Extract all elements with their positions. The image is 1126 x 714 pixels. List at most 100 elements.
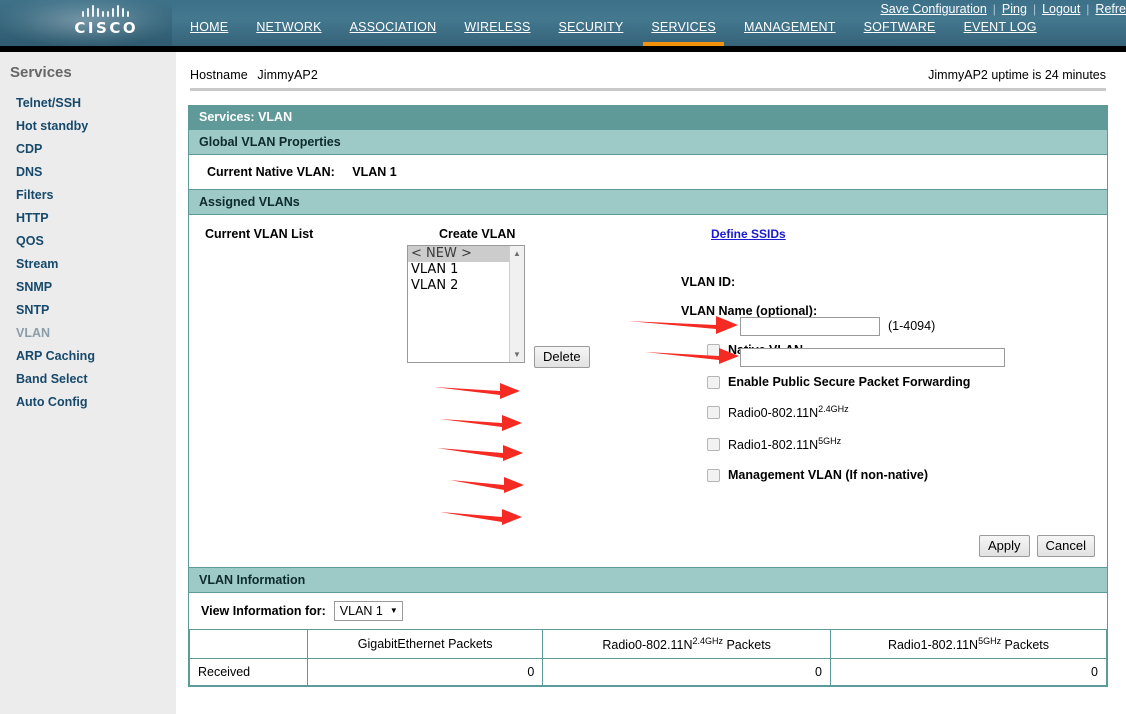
vlan-name-label: VLAN Name (optional): [681,304,818,318]
hostname-divider [190,88,1106,91]
sidebar-title: Services [10,64,72,81]
cisco-wordmark: CISCO [74,19,139,37]
nav-association[interactable]: ASSOCIATION [336,18,451,46]
list-item[interactable]: VLAN 2 [408,278,509,294]
link-separator: | [1032,2,1037,16]
vlan-list-items: < NEW > VLAN 1 VLAN 2 [408,246,509,362]
packet-statistics-table: GigabitEthernet Packets Radio0-802.11N2.… [189,628,1108,687]
col-header-radio0-base: Radio0-802.11N [602,638,693,653]
radio1-row: Radio1-802.11N5GHz [707,436,841,452]
apply-button[interactable]: Apply [979,535,1030,557]
sidebar-item-sntp[interactable]: SNTP [0,298,176,321]
radio0-label-base: Radio0-802.11N [728,406,819,421]
management-vlan-checkbox[interactable] [707,468,720,482]
sidebar-item-arp-caching[interactable]: ARP Caching [0,344,176,367]
received-radio0-value: 0 [542,658,831,687]
main-navigation: HOME NETWORK ASSOCIATION WIRELESS SECURI… [176,18,1051,46]
global-vlan-properties-header: Global VLAN Properties [189,129,1107,155]
vlan-id-hint: (1-4094) [888,319,936,333]
sidebar-item-dns[interactable]: DNS [0,160,176,183]
sidebar-item-stream[interactable]: Stream [0,252,176,275]
radio0-row: Radio0-802.11N2.4GHz [707,404,849,420]
nav-security[interactable]: SECURITY [545,18,638,46]
listbox-scrollbar[interactable]: ▲ ▼ [509,246,524,362]
sidebar-item-band-select[interactable]: Band Select [0,367,176,390]
radio0-label: Radio0-802.11N2.4GHz [728,404,849,420]
view-information-select[interactable]: VLAN 1 ▼ [333,601,403,621]
scroll-up-icon[interactable]: ▲ [510,246,524,261]
logout-link[interactable]: Logout [1042,2,1080,16]
col-header-radio1-tail: Packets [1001,638,1050,653]
top-header-bar: CISCO Save Configuration | Ping | Logout… [0,0,1126,46]
nav-home[interactable]: HOME [176,18,242,46]
col-header-radio1-base: Radio1-802.11N [887,638,979,653]
create-vlan-heading: Create VLAN [439,227,516,241]
radio0-label-sup: 2.4GHz [818,404,849,414]
refresh-link[interactable]: Refre [1095,2,1126,16]
assigned-vlans-header: Assigned VLANs [189,189,1107,215]
ping-link[interactable]: Ping [1002,2,1027,16]
col-header-radio1-sup: 5GHz [978,636,1002,646]
col-header-radio0-tail: Packets [722,638,771,653]
define-ssids-link-wrap: Define SSIDs [711,227,786,241]
pspf-checkbox[interactable] [707,375,720,389]
native-vlan-checkbox[interactable] [707,343,720,357]
sidebar-item-http[interactable]: HTTP [0,206,176,229]
sidebar-item-filters[interactable]: Filters [0,183,176,206]
chevron-down-icon: ▼ [389,606,398,615]
sidebar-item-telnet-ssh[interactable]: Telnet/SSH [0,91,176,114]
sidebar-item-hot-standby[interactable]: Hot standby [0,114,176,137]
current-native-vlan-label: Current Native VLAN: [207,165,335,179]
sidebar-item-cdp[interactable]: CDP [0,137,176,160]
list-item[interactable]: VLAN 1 [408,262,509,278]
received-gigabitethernet-value: 0 [306,658,544,687]
current-vlan-list-heading: Current VLAN List [205,227,314,241]
vlan-information-header: VLAN Information [189,567,1107,593]
current-native-vlan-row: Current Native VLAN: VLAN 1 [189,155,1107,189]
nav-event-log[interactable]: EVENT LOG [950,18,1051,46]
radio1-label: Radio1-802.11N5GHz [728,436,841,452]
current-native-vlan-value: VLAN 1 [352,165,397,179]
vlan-id-input[interactable] [740,317,880,336]
vlan-name-label-row: VLAN Name (optional): [681,304,817,318]
save-configuration-link[interactable]: Save Configuration [880,2,986,16]
radio1-checkbox[interactable] [707,437,720,451]
sidebar-item-qos[interactable]: QOS [0,229,176,252]
management-vlan-row: Management VLAN (If non-native) [707,468,928,482]
sidebar-item-auto-config[interactable]: Auto Config [0,390,176,413]
vlan-id-label: VLAN ID: [681,275,736,289]
define-ssids-link[interactable]: Define SSIDs [711,227,786,241]
received-radio1-value: 0 [829,658,1108,687]
sidebar-item-snmp[interactable]: SNMP [0,275,176,298]
current-vlan-listbox[interactable]: < NEW > VLAN 1 VLAN 2 ▲ ▼ [407,245,525,363]
cancel-button[interactable]: Cancel [1036,535,1095,557]
nav-software[interactable]: SOFTWARE [850,18,950,46]
delete-button[interactable]: Delete [534,346,590,368]
view-information-selected-value: VLAN 1 [339,603,383,618]
hostname-bar: Hostname JimmyAP2 JimmyAP2 uptime is 24 … [188,52,1108,88]
list-item[interactable]: < NEW > [408,246,509,262]
view-information-label: View Information for: [201,604,326,618]
link-separator: | [1086,2,1090,16]
radio0-checkbox[interactable] [707,405,720,419]
cisco-logo-icon: CISCO [50,3,160,37]
nav-services[interactable]: SERVICES [637,18,730,46]
col-header-gigabitethernet: GigabitEthernet Packets [306,628,544,660]
row-label-received: Received [189,658,308,687]
table-header-row: GigabitEthernet Packets Radio0-802.11N2.… [189,628,1108,660]
vlan-name-input[interactable] [740,348,1005,367]
form-action-buttons: Apply Cancel [979,535,1095,557]
uptime-text: JimmyAP2 uptime is 24 minutes [928,68,1106,82]
nav-management[interactable]: MANAGEMENT [730,18,850,46]
nav-wireless[interactable]: WIRELESS [450,18,544,46]
sidebar-item-vlan[interactable]: VLAN [0,321,176,344]
table-row: Received 0 0 0 [189,658,1108,687]
main-content: Hostname JimmyAP2 JimmyAP2 uptime is 24 … [176,52,1126,714]
column-headings: Current VLAN List Create VLAN Define SSI… [189,227,1107,241]
scroll-down-icon[interactable]: ▼ [510,347,524,362]
vlan-panel: Services: VLAN Global VLAN Properties Cu… [188,105,1108,688]
hostname-group: Hostname JimmyAP2 [190,68,318,82]
nav-network[interactable]: NETWORK [242,18,335,46]
page-body: Services Telnet/SSH Hot standby CDP DNS … [0,52,1126,714]
col-header-radio1: Radio1-802.11N5GHz Packets [829,628,1108,660]
